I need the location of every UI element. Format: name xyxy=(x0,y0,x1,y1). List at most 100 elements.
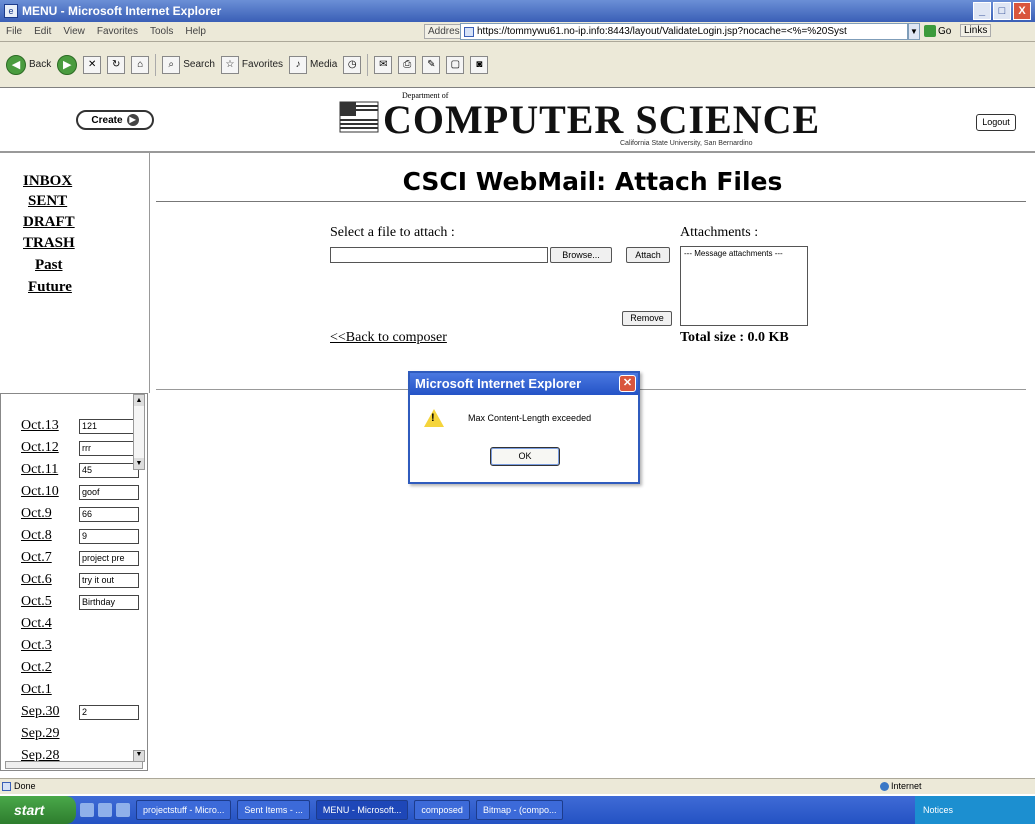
date-note-field[interactable]: try it out xyxy=(79,573,139,588)
back-button[interactable]: ◀ Back xyxy=(6,54,51,75)
stop-icon[interactable]: ✕ xyxy=(83,55,102,74)
date-note-field[interactable]: 121 xyxy=(79,419,139,434)
mail-icon[interactable]: ✉ xyxy=(374,55,393,74)
date-link[interactable]: Oct.6 xyxy=(21,572,52,587)
browser-toolbar: ◀ Back ▶ ✕ ↻ ⌂ ⌕ Search ☆ Favorites ♪ Me… xyxy=(0,42,1035,88)
media-button[interactable]: ♪ Media xyxy=(289,55,337,74)
attachments-placeholder: --- Message attachments --- xyxy=(684,249,783,258)
menu-favorites[interactable]: Favorites xyxy=(91,26,144,37)
menu-edit[interactable]: Edit xyxy=(28,26,57,37)
minimize-button[interactable]: _ xyxy=(973,2,991,20)
menu-bar: File Edit View Favorites Tools Help Addr… xyxy=(0,22,1035,42)
taskbar-item[interactable]: Bitmap - (compo... xyxy=(475,800,564,820)
taskbar-item[interactable]: composed xyxy=(414,800,470,820)
quicklaunch-desktop-icon[interactable] xyxy=(98,803,112,817)
logout-button[interactable]: Logout xyxy=(976,114,1016,131)
date-link[interactable]: Oct.7 xyxy=(21,550,52,565)
search-button[interactable]: ⌕ Search xyxy=(162,55,215,74)
back-to-composer-link[interactable]: <<Back to composer xyxy=(330,330,447,346)
date-link[interactable]: Oct.5 xyxy=(21,594,52,609)
date-note-field[interactable]: 66 xyxy=(79,507,139,522)
remove-button[interactable]: Remove xyxy=(622,311,672,326)
address-dropdown-icon[interactable]: ▼ xyxy=(908,23,920,40)
menu-help[interactable]: Help xyxy=(179,26,212,37)
list-item: Oct.10 goof xyxy=(21,484,139,503)
nav-draft[interactable]: DRAFT xyxy=(23,214,75,231)
toolbar-separator xyxy=(155,53,157,76)
nav-trash[interactable]: TRASH xyxy=(23,235,75,252)
list-scrollbar[interactable]: ▲ ▼ xyxy=(133,394,145,470)
date-link[interactable]: Oct.8 xyxy=(21,528,52,543)
date-link[interactable]: Oct.4 xyxy=(21,616,52,631)
list-item: Oct.11 45 xyxy=(21,462,139,481)
date-note-field[interactable]: project pre xyxy=(79,551,139,566)
address-input[interactable]: https://tommywu61.no-ip.info:8443/layout… xyxy=(460,23,908,40)
messenger-icon[interactable]: ◙ xyxy=(470,55,489,74)
dialog-message: Max Content-Length exceeded xyxy=(468,413,592,423)
dialog-title: Microsoft Internet Explorer xyxy=(415,376,582,391)
menu-file[interactable]: File xyxy=(0,26,28,37)
nav-sent[interactable]: SENT xyxy=(28,193,67,210)
print-icon[interactable]: ⎙ xyxy=(398,55,417,74)
window-controls: _ □ X xyxy=(973,2,1031,20)
date-link[interactable]: Oct.9 xyxy=(21,506,52,521)
favorites-button[interactable]: ☆ Favorites xyxy=(220,55,283,74)
links-button[interactable]: Links xyxy=(960,24,992,37)
create-button[interactable]: Create ▶ xyxy=(76,110,154,130)
taskbar-item[interactable]: projectstuff - Micro... xyxy=(136,800,232,820)
horizontal-scrollbar[interactable] xyxy=(5,761,143,769)
date-link[interactable]: Oct.3 xyxy=(21,638,52,653)
date-link[interactable]: Oct.10 xyxy=(21,484,59,499)
dialog-close-icon[interactable]: ✕ xyxy=(619,375,636,392)
nav-past[interactable]: Past xyxy=(35,257,63,274)
divider xyxy=(156,201,1026,202)
menu-view[interactable]: View xyxy=(57,26,91,37)
close-button[interactable]: X xyxy=(1013,2,1031,20)
attachments-listbox[interactable]: --- Message attachments --- xyxy=(680,246,808,326)
page-icon xyxy=(464,27,474,37)
date-note-field[interactable]: 45 xyxy=(79,463,139,478)
refresh-icon[interactable]: ↻ xyxy=(107,55,126,74)
browse-button[interactable]: Browse... xyxy=(550,247,612,263)
quicklaunch-ie-icon[interactable] xyxy=(80,803,94,817)
attach-button[interactable]: Attach xyxy=(626,247,670,263)
date-link[interactable]: Sep.29 xyxy=(21,726,60,741)
scroll-down-icon[interactable]: ▼ xyxy=(134,458,144,469)
zone-label: Internet xyxy=(891,781,922,791)
taskbar-item[interactable]: MENU - Microsoft... xyxy=(315,800,409,820)
discuss-icon[interactable]: ▢ xyxy=(446,55,465,74)
scroll-up-icon[interactable]: ▲ xyxy=(134,395,144,406)
date-note-field[interactable]: 9 xyxy=(79,529,139,544)
home-icon[interactable]: ⌂ xyxy=(131,55,150,74)
status-text: Done xyxy=(14,781,36,791)
start-button[interactable]: start xyxy=(0,796,76,824)
history-icon[interactable]: ◷ xyxy=(343,55,362,74)
calendar-date-list[interactable]: Oct.13 121 Oct.12 rrr Oct.11 45 Oct.10 goof … xyxy=(0,393,148,771)
date-link[interactable]: Oct.11 xyxy=(21,462,58,477)
date-link[interactable]: Sep.30 xyxy=(21,704,60,719)
date-note-field[interactable]: 2 xyxy=(79,705,139,720)
forward-arrow-icon[interactable]: ▶ xyxy=(57,54,78,75)
maximize-button[interactable]: □ xyxy=(993,2,1011,20)
date-link[interactable]: Oct.12 xyxy=(21,440,59,455)
go-button[interactable]: Go xyxy=(924,23,951,40)
nav-future[interactable]: Future xyxy=(28,279,72,296)
list-item: Sep.29 xyxy=(21,726,60,745)
date-note-field[interactable]: Birthday xyxy=(79,595,139,610)
date-note-field[interactable]: rrr xyxy=(79,441,139,456)
date-link[interactable]: Oct.1 xyxy=(21,682,52,697)
alert-dialog: Microsoft Internet Explorer ✕ ! Max Cont… xyxy=(408,371,640,484)
list-item: Oct.3 xyxy=(21,638,52,657)
date-link[interactable]: Oct.2 xyxy=(21,660,52,675)
ok-button[interactable]: OK xyxy=(490,447,560,466)
nav-inbox[interactable]: INBOX xyxy=(23,173,72,190)
quicklaunch-media-icon[interactable] xyxy=(116,803,130,817)
menu-tools[interactable]: Tools xyxy=(144,26,179,37)
date-link[interactable]: Oct.13 xyxy=(21,418,59,433)
taskbar-item[interactable]: Sent Items - ... xyxy=(237,800,310,820)
list-item: Oct.4 xyxy=(21,616,52,635)
edit-icon[interactable]: ✎ xyxy=(422,55,441,74)
date-note-field[interactable]: goof xyxy=(79,485,139,500)
attachments-label: Attachments : xyxy=(680,225,759,240)
file-path-input[interactable] xyxy=(330,247,548,263)
